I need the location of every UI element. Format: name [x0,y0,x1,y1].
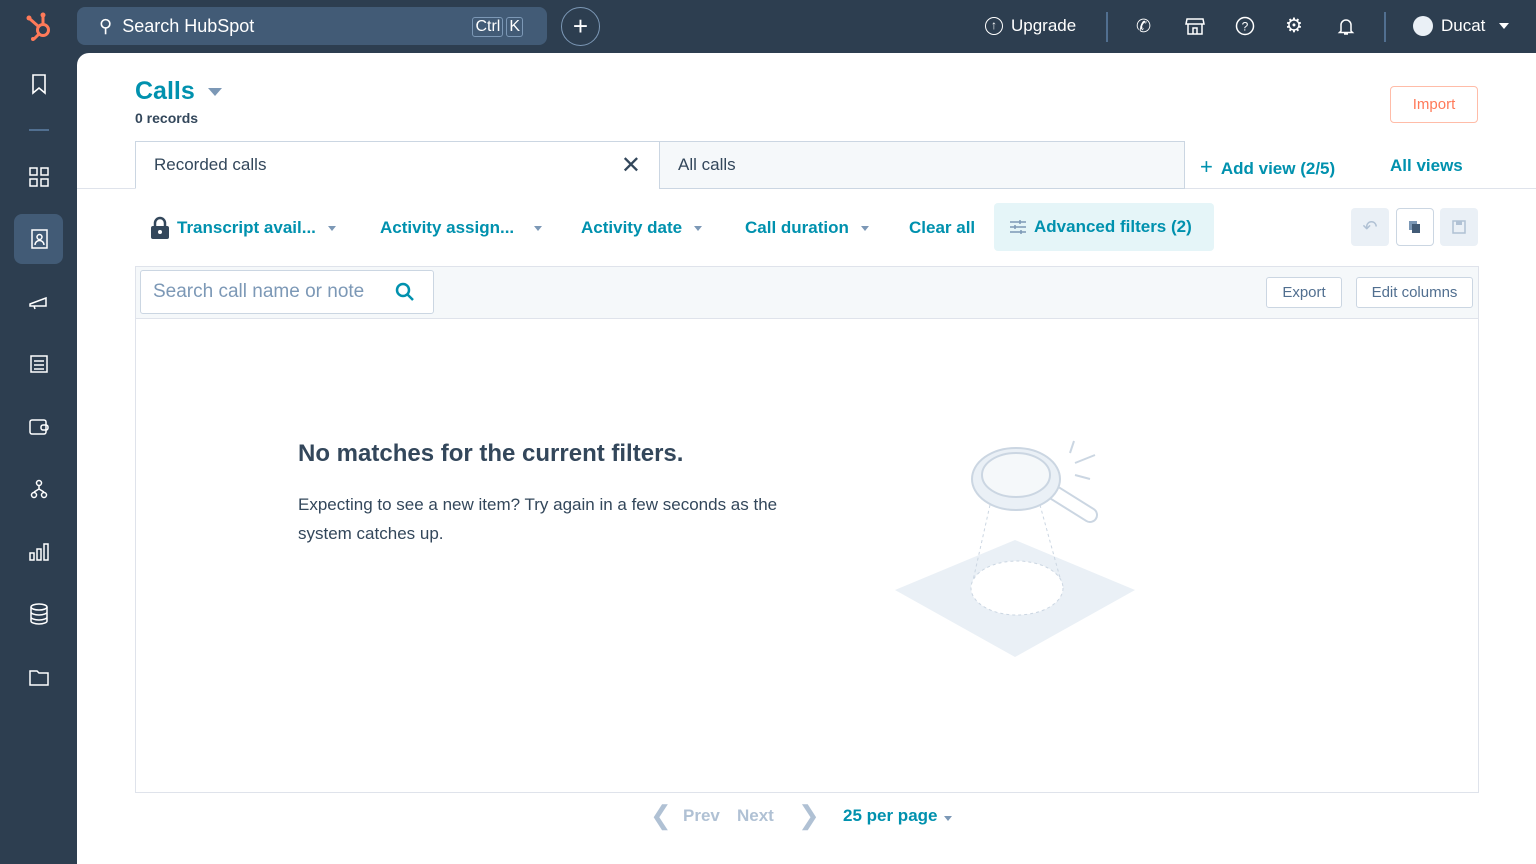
database-icon[interactable] [26,601,52,627]
divider [1384,12,1386,42]
lock-icon [151,216,169,239]
advanced-filters-label: Advanced filters (2) [1034,217,1192,236]
import-button[interactable]: Import [1390,86,1478,123]
search-placeholder: Search call name or note [153,281,365,302]
commerce-wallet-icon[interactable] [26,414,52,440]
create-button[interactable]: + [561,7,600,46]
upgrade-label: Upgrade [1011,16,1077,35]
upgrade-icon: ↑ [985,17,1003,35]
page-title-dropdown[interactable]: Calls [135,77,222,106]
tab-label: All calls [678,155,736,174]
avatar [1413,16,1433,36]
save-icon [1452,220,1466,234]
help-icon[interactable]: ? [1235,16,1255,36]
phone-icon[interactable]: ✆ [1136,16,1156,36]
chevron-down-icon [327,225,336,231]
account-menu[interactable]: Ducat [1413,16,1510,36]
prev-chevron-icon[interactable]: ❮ [650,800,672,831]
settings-icon[interactable]: ⚙ [1285,16,1305,36]
all-views-link[interactable]: All views [1390,156,1463,176]
filter-activity-date[interactable]: Activity date [581,218,703,238]
upgrade-button[interactable]: ↑ Upgrade [985,16,1076,36]
content-icon[interactable] [26,351,52,377]
contacts-icon[interactable] [26,226,52,252]
kbd-k: K [506,17,523,37]
filter-label: Call duration [745,218,849,237]
table-search-input[interactable]: Search call name or note [140,270,434,314]
per-page-dropdown[interactable]: 25 per page [843,806,952,826]
divider [29,129,49,131]
dashboard-grid-icon[interactable] [26,164,52,190]
record-count: 0 records [135,110,199,126]
chevron-down-icon [860,225,869,231]
divider [1106,12,1108,42]
advanced-filters-button[interactable]: Advanced filters (2) [994,203,1214,251]
empty-state-heading: No matches for the current filters. [298,440,684,467]
add-view-button[interactable]: + Add view (2/5) [1200,154,1335,180]
next-chevron-icon[interactable]: ❯ [798,800,820,831]
duplicate-view-button[interactable] [1396,208,1434,246]
automation-icon[interactable] [26,476,52,502]
filter-call-duration[interactable]: Call duration [745,218,869,238]
tab-recorded-calls[interactable]: Recorded calls ✕ [135,141,660,189]
next-page-button[interactable]: Next [737,806,774,826]
magnifier-illustration-icon [895,440,1135,657]
filter-label: Transcript avail... [177,218,316,237]
close-icon[interactable]: ✕ [621,151,641,180]
folder-icon[interactable] [26,664,52,690]
export-button[interactable]: Export [1266,277,1342,308]
copy-icon [1409,221,1420,233]
page-title: Calls [135,77,195,105]
chevron-down-icon [534,225,543,231]
save-view-button[interactable] [1440,208,1478,246]
per-page-label: 25 per page [843,806,938,825]
reporting-chart-icon[interactable] [26,539,52,565]
user-name: Ducat [1441,16,1486,35]
sliders-icon [1010,220,1026,234]
notifications-icon[interactable] [1336,16,1356,36]
global-search[interactable]: ⚲ Search HubSpot Ctrl K [77,7,547,45]
prev-page-button[interactable]: Prev [683,806,720,826]
plus-icon: + [1200,154,1213,179]
filter-label: Activity date [581,218,683,237]
undo-icon: ↶ [1362,216,1378,237]
chevron-down-icon [207,88,222,97]
bookmark-icon[interactable] [26,71,52,97]
empty-state-message: Expecting to see a new item? Try again i… [298,495,778,543]
add-view-label: Add view (2/5) [1220,159,1336,178]
search-icon: ⚲ [99,15,113,36]
search-placeholder: Search HubSpot [122,15,255,36]
svg-text:?: ? [1242,20,1249,34]
filter-transcript[interactable]: Transcript avail... [149,216,336,240]
chevron-down-icon [1499,23,1510,29]
search-icon[interactable] [395,282,415,302]
clear-all-button[interactable]: Clear all [909,218,975,238]
chevron-down-icon [943,816,952,821]
hubspot-logo-icon[interactable] [24,10,56,42]
edit-columns-button[interactable]: Edit columns [1356,277,1473,308]
filter-activity-assigned[interactable]: Activity assign... [380,218,543,238]
undo-button[interactable]: ↶ [1351,208,1389,246]
marketplace-icon[interactable] [1185,16,1205,36]
filter-label: Activity assign... [380,218,515,237]
marketing-megaphone-icon[interactable] [26,289,52,315]
kbd-ctrl: Ctrl [472,17,504,37]
chevron-down-icon [694,225,703,231]
tab-all-calls[interactable]: All calls [659,141,1185,189]
tab-label: Recorded calls [154,155,267,174]
